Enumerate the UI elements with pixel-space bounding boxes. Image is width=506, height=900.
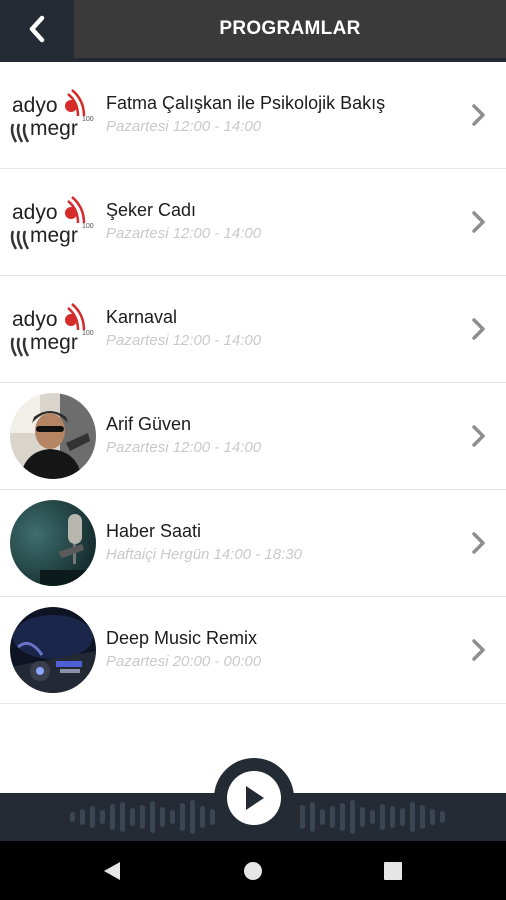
program-row[interactable]: Deep Music Remix Pazartesi 20:00 - 00:00 [0,597,506,704]
chevron-right-icon [472,211,485,233]
svg-text:megr: megr [30,331,78,354]
program-time: Pazartesi 12:00 - 14:00 [106,118,262,135]
program-time: Pazartesi 12:00 - 14:00 [106,225,262,242]
waveform-bar [160,807,165,827]
program-title: Deep Music Remix [106,628,258,648]
svg-text:adyo: adyo [12,201,58,224]
program-row[interactable]: adyo megr 100 Karnaval Pazartesi 12:00 -… [0,276,506,383]
page-title: PROGRAMLAR [219,18,361,39]
waveform-bar [180,803,185,831]
svg-text:megr: megr [30,224,78,247]
triangle-back-icon [104,861,120,880]
waveform-bar [390,806,395,828]
waveform-bar [150,801,155,833]
waveform-bar [400,808,405,826]
program-row[interactable]: Arif Güven Pazartesi 12:00 - 14:00 [0,383,506,490]
program-title: Fatma Çalışkan ile Psikolojik Bakış [106,93,386,113]
waveform-bar [210,809,215,825]
waveform-bar [380,804,385,830]
waveform-bar [70,812,75,822]
nav-recents-button[interactable] [363,841,423,900]
program-time: Pazartesi 12:00 - 14:00 [106,332,262,349]
program-list: adyo megr 100 Fatma Çalışkan ile Psikolo… [0,62,506,704]
chevron-right-icon [472,425,485,447]
dj-mixer-photo [10,607,96,693]
program-title: Şeker Cadı [106,200,197,220]
waveform-bar [140,805,145,829]
radyo-mega-logo: adyo megr 100 [10,72,96,158]
program-row[interactable]: Haber Saati Haftaiçi Hergün 14:00 - 18:3… [0,490,506,597]
program-row[interactable]: adyo megr 100 Şeker Cadı Pazartesi 12:00… [0,169,506,276]
waveform-bar [170,810,175,824]
program-time: Haftaiçi Hergün 14:00 - 18:30 [106,546,302,563]
play-button[interactable] [227,771,281,825]
waveform-bar [440,811,445,823]
svg-text:adyo: adyo [12,94,58,117]
program-title: Arif Güven [106,414,192,434]
waveform-bar [340,803,345,831]
app-header: PROGRAMLAR [0,0,506,58]
play-button-ring [214,758,294,838]
svg-text:100: 100 [82,116,94,123]
waveform-bar [370,810,375,824]
waveform-bar [310,802,315,832]
chevron-right-icon [472,532,485,554]
chevron-right-icon [472,104,485,126]
nav-home-button[interactable] [223,841,283,900]
circle-home-icon [244,861,262,880]
waveform-bar [110,804,115,830]
svg-text:100: 100 [82,223,94,230]
chevron-right-icon [472,318,485,340]
waveform-bar [330,806,335,828]
waveform-bar [300,805,305,829]
waveform-bar [90,806,95,828]
waveform-bar [100,810,105,824]
chevron-left-icon [29,15,45,43]
host-photo [10,393,96,479]
play-icon [246,786,264,810]
program-row[interactable]: adyo megr 100 Fatma Çalışkan ile Psikolo… [0,62,506,169]
waveform-bar [420,805,425,829]
program-time: Pazartesi 12:00 - 14:00 [106,439,262,456]
waveform-bar [120,802,125,832]
program-time: Pazartesi 20:00 - 00:00 [106,653,262,670]
svg-text:100: 100 [82,330,94,337]
waveform-bar [350,800,355,834]
studio-microphone-photo [10,500,96,586]
back-button[interactable] [0,0,74,58]
square-recents-icon [384,861,402,880]
chevron-right-icon [472,639,485,661]
waveform-bar [410,802,415,832]
program-title: Haber Saati [106,521,202,541]
svg-text:adyo: adyo [12,308,58,331]
waveform-bar [320,809,325,825]
waveform-bar [360,807,365,827]
radyo-mega-logo: adyo megr 100 [10,286,96,372]
system-nav-bar [0,841,506,900]
waveform-bar [430,809,435,825]
waveform-bar [80,809,85,825]
program-title: Karnaval [106,307,178,327]
svg-text:megr: megr [30,117,78,140]
waveform-bar [130,808,135,826]
waveform-bar [200,806,205,828]
waveform-bar [190,800,195,834]
nav-back-button[interactable] [82,841,142,900]
radyo-mega-logo: adyo megr 100 [10,179,96,265]
